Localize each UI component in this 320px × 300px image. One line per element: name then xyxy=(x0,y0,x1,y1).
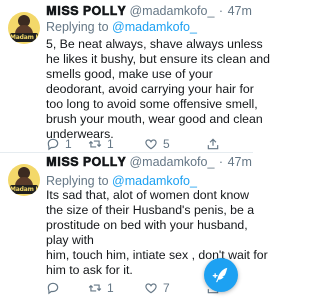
reply-button[interactable]: 1 xyxy=(46,136,72,152)
reply-icon xyxy=(47,138,59,151)
replying-to: Replying to @madamkofo_ xyxy=(46,19,197,35)
avatar-label: Madam KOFO xyxy=(10,186,40,193)
replying-to-mention[interactable]: @madamkofo_ xyxy=(112,20,197,34)
retweet-button[interactable]: 1 xyxy=(88,280,114,296)
retweet-icon xyxy=(88,140,102,148)
display-name[interactable]: 𝐌𝐈𝐒𝐒 𝐏𝐎𝐋𝐋𝐘 xyxy=(46,155,126,169)
replying-to: Replying to @madamkofo_ xyxy=(46,173,197,189)
reply-button[interactable] xyxy=(46,280,65,296)
tweet-text-line: Its sad that, alot of women dont know xyxy=(46,188,250,202)
retweet-count: 1 xyxy=(107,137,114,151)
heart-icon xyxy=(145,283,157,294)
like-count: 7 xyxy=(163,281,170,295)
compose-tweet-button[interactable] xyxy=(204,258,238,292)
like-button[interactable]: 7 xyxy=(144,280,170,296)
retweet-count: 1 xyxy=(107,281,114,295)
timestamp[interactable]: 47m xyxy=(228,4,252,18)
tweet-text: 5, Be neat always, shave always unless h… xyxy=(46,37,270,142)
tweet-text-line: too long to avoid some offensive smell, xyxy=(46,97,258,111)
share-icon xyxy=(207,138,219,150)
retweet-icon xyxy=(88,284,102,292)
tweet-text-line: 5, Be neat always, shave always unless xyxy=(46,37,263,51)
tweet-text-line: play with xyxy=(46,233,94,247)
tweet-actions: 1 1 5 xyxy=(46,136,251,152)
tweet[interactable]: Madam KOFO 𝐌𝐈𝐒𝐒 𝐏𝐎𝐋𝐋𝐘 @madamkofo_ · 47m … xyxy=(0,0,270,154)
tweet-text-line: deodorant, avoid carrying your hair for xyxy=(46,82,254,96)
heart-icon xyxy=(145,139,157,150)
tweet-text-line: prostitude on bed with your husband, xyxy=(46,218,248,232)
tweet-header: 𝐌𝐈𝐒𝐒 𝐏𝐎𝐋𝐋𝐘 @madamkofo_ · 47m xyxy=(46,154,252,170)
tweet-text-line: brush your mouth, wear good and clean xyxy=(46,112,263,126)
avatar-label: Madam KOFO xyxy=(10,34,40,41)
avatar[interactable]: Madam KOFO xyxy=(8,164,40,196)
tweet-divider xyxy=(0,152,253,153)
tweet-text-line: the size of their Husband's penis, be a xyxy=(46,203,255,217)
handle[interactable]: @madamkofo_ xyxy=(129,4,214,18)
avatar[interactable]: Madam KOFO xyxy=(8,12,40,44)
separator-dot: · xyxy=(218,4,224,18)
display-name[interactable]: 𝐌𝐈𝐒𝐒 𝐏𝐎𝐋𝐋𝐘 xyxy=(46,4,126,18)
share-button[interactable] xyxy=(206,136,220,152)
reply-icon xyxy=(47,282,59,295)
compose-tweet-icon xyxy=(212,267,228,283)
retweet-button[interactable]: 1 xyxy=(88,136,114,152)
tweet-header: 𝐌𝐈𝐒𝐒 𝐏𝐎𝐋𝐋𝐘 @madamkofo_ · 47m xyxy=(46,3,252,19)
replying-to-label: Replying to xyxy=(46,20,113,34)
reply-count: 1 xyxy=(65,137,72,151)
like-count: 5 xyxy=(163,137,170,151)
separator-dot: · xyxy=(218,155,224,169)
tweet-text-line: smells good, make use of your xyxy=(46,67,213,81)
handle[interactable]: @madamkofo_ xyxy=(129,155,214,169)
replying-to-label: Replying to xyxy=(46,174,113,188)
tweet-text-line: he likes it bushy, but ensure its clean … xyxy=(46,52,270,66)
replying-to-mention[interactable]: @madamkofo_ xyxy=(112,174,197,188)
like-button[interactable]: 5 xyxy=(144,136,170,152)
timestamp[interactable]: 47m xyxy=(228,155,252,169)
